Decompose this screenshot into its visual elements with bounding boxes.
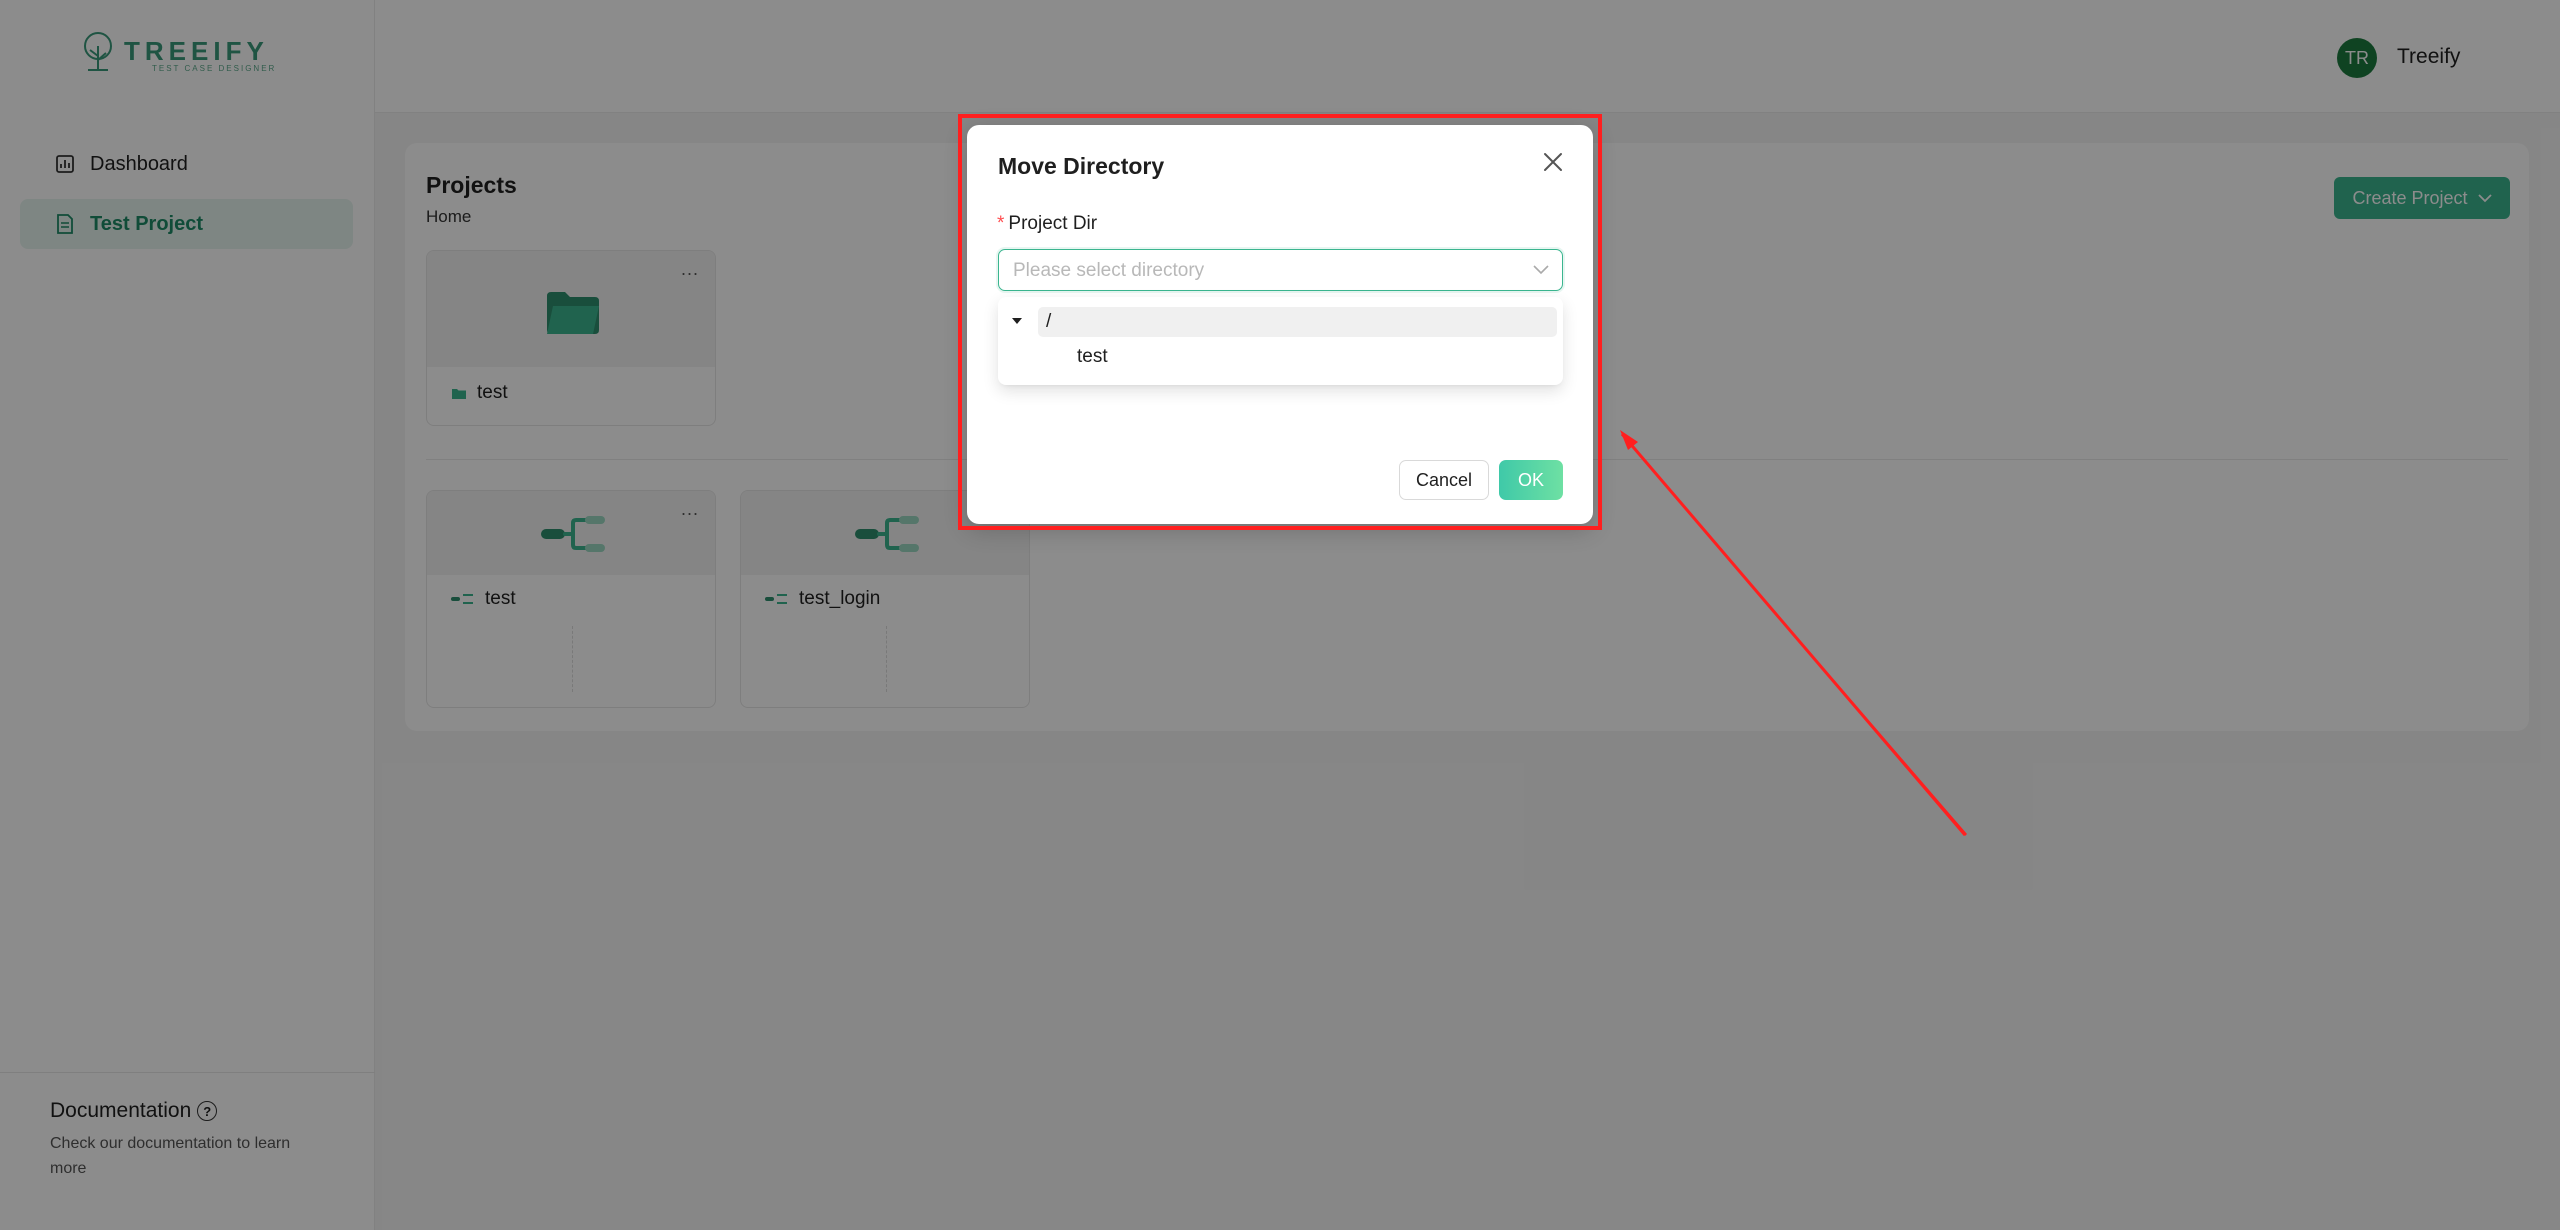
annotation-highlight-box: [958, 114, 1602, 530]
